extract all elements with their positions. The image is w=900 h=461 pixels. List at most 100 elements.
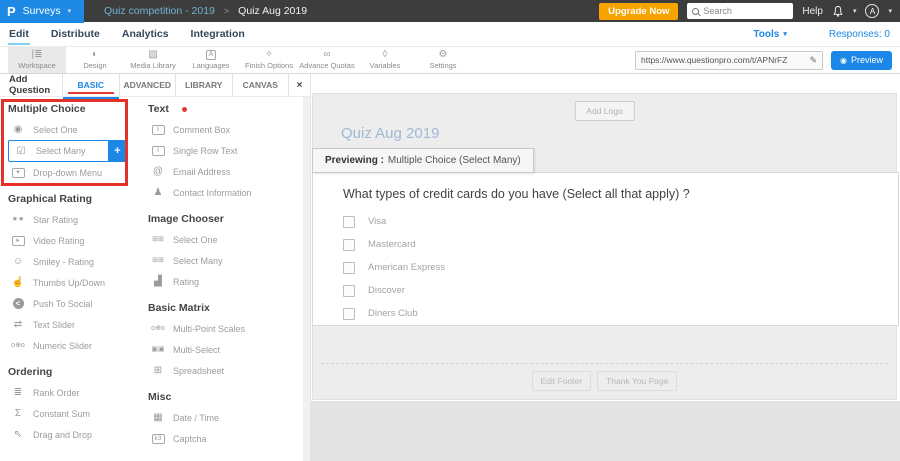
checkbox[interactable] <box>343 238 355 251</box>
edit-pencil-icon[interactable]: ✎ <box>809 55 817 66</box>
tab-canvas[interactable]: CANVAS <box>231 74 289 96</box>
toolbar-item-workspace[interactable]: |≣ Workspace <box>8 47 66 73</box>
preview-button[interactable]: ◉ Preview <box>831 50 892 70</box>
question-type-captcha[interactable]: k3 Captcha <box>148 428 304 449</box>
question-type-video-rating[interactable]: ▸ Video Rating <box>8 230 132 251</box>
checkbox[interactable] <box>343 215 355 228</box>
multi-point-icon: o⊕o <box>151 325 165 332</box>
question-type-spreadsheet[interactable]: ⊞ Spreadsheet <box>148 360 304 381</box>
menu-bar: Edit Distribute Analytics Integration Tools… <box>0 22 900 47</box>
question-type-select-one[interactable]: ⊞⊞ Select One <box>148 229 304 250</box>
date-icon: ▦ <box>153 412 163 423</box>
question-type-multi-select[interactable]: ▣▣ Multi-Select <box>148 339 304 360</box>
thumbs-icon: ☝ <box>11 277 25 288</box>
add-logo-button[interactable]: Add Logo <box>574 101 635 121</box>
question-type-select-many[interactable]: ⊞⊞ Select Many <box>148 250 304 271</box>
question-type-numeric-slider[interactable]: o⊕o Numeric Slider <box>8 335 132 356</box>
edit-footer-button[interactable]: Edit Footer <box>531 371 592 391</box>
smiley-icon: ☺ <box>12 256 24 267</box>
question-type-label: Date / Time <box>173 412 220 423</box>
question-type-thumbs-up-down[interactable]: ☝ Thumbs Up/Down <box>8 272 132 293</box>
chevron-down-icon[interactable]: ▾ <box>853 7 857 15</box>
question-type-star-rating[interactable]: ★★ Star Rating <box>8 209 132 230</box>
question-text[interactable]: What types of credit cards do you have (… <box>343 187 690 201</box>
toolbar-item-finish-options[interactable]: ✧ Finish Options <box>240 47 298 73</box>
product-label: Surveys <box>22 5 61 17</box>
checkbox[interactable] <box>343 307 355 320</box>
question-type-multi-point-scales[interactable]: o⊕o Multi-Point Scales <box>148 318 304 339</box>
editor-toolbar: |≣ Workspace ◐ Design ▨ Media Library A Languag… <box>0 47 900 74</box>
question-type-label: Constant Sum <box>33 408 91 419</box>
question-type-select-one[interactable]: ◉ Select One <box>8 119 132 140</box>
question-group-misc: Misc ▦ Date / Time k3 Captcha <box>148 391 304 449</box>
panel-scrollbar[interactable] <box>303 97 310 461</box>
responses-count[interactable]: Responses: 0 <box>829 29 890 40</box>
checkboxes-icon: ☑ <box>16 145 26 157</box>
breadcrumb-parent[interactable]: Quiz competition - 2019 <box>104 5 215 17</box>
upgrade-now-button[interactable]: Upgrade Now <box>599 2 679 20</box>
question-type-drop-down-menu[interactable]: ▾ Drop-down Menu <box>8 162 132 183</box>
checkbox[interactable] <box>343 284 355 297</box>
checkbox[interactable] <box>343 261 355 274</box>
tab-library[interactable]: LIBRARY <box>175 74 232 96</box>
question-type-rating[interactable]: ▟ Rating <box>148 271 304 292</box>
toolbar-item-design[interactable]: ◐ Design <box>66 47 124 73</box>
bell-icon[interactable] <box>832 5 844 18</box>
question-type-label: Select Many <box>173 255 223 266</box>
menu-item-analytics[interactable]: Analytics <box>121 23 170 45</box>
question-type-contact-information[interactable]: ♟ Contact Information <box>148 182 304 203</box>
thank-you-page-button[interactable]: Thank You Page <box>597 371 678 391</box>
tab-basic[interactable]: BASIC <box>62 74 119 99</box>
question-type-push-to-social[interactable]: < Push To Social <box>8 293 132 314</box>
toolbar-item-settings[interactable]: ⚙ Settings <box>414 47 472 73</box>
avatar[interactable]: A <box>865 4 880 18</box>
option-label: American Express <box>368 262 446 273</box>
chevron-down-icon[interactable]: ▾ <box>888 7 892 15</box>
toolbar-item-advance-quotas[interactable]: ∞ Advance Quotas <box>298 47 356 73</box>
survey-title[interactable]: Quiz Aug 2019 <box>341 125 439 142</box>
question-type-label: Captcha <box>173 433 207 444</box>
languages-icon: A <box>205 50 217 60</box>
help-link[interactable]: Help <box>802 6 823 17</box>
tools-label: Tools <box>753 28 780 40</box>
workspace-icon: |≣ <box>31 49 43 60</box>
question-type-comment-box[interactable]: I Comment Box <box>148 119 304 140</box>
spreadsheet-icon: ⊞ <box>153 365 163 376</box>
question-type-email-address[interactable]: @ Email Address <box>148 161 304 182</box>
question-type-drag-and-drop[interactable]: ⇖ Drag and Drop <box>8 424 132 445</box>
question-type-single-row-text[interactable]: I Single Row Text <box>148 140 304 161</box>
toolbar-item-variables[interactable]: ◊ Variables <box>356 47 414 73</box>
answer-options: Visa Mastercard American Express Discover Di… <box>343 215 445 320</box>
menu-item-integration[interactable]: Integration <box>190 23 246 45</box>
surveys-menu[interactable]: P Surveys ▾ <box>0 0 84 23</box>
toolbar-item-media-library[interactable]: ▨ Media Library <box>124 47 182 73</box>
add-question-plus-button[interactable]: + <box>108 140 127 162</box>
toolbar-item-languages[interactable]: A Languages <box>182 47 240 73</box>
menu-item-distribute[interactable]: Distribute <box>50 23 101 45</box>
search-box[interactable] <box>687 3 794 19</box>
search-input[interactable] <box>703 6 786 16</box>
answer-option-visa: Visa <box>343 215 445 228</box>
question-type-select-many[interactable]: ☑ Select Many + <box>8 140 127 162</box>
question-type-constant-sum[interactable]: Σ Constant Sum <box>8 403 132 424</box>
group-header: Multiple Choice <box>8 103 86 115</box>
tab-advanced[interactable]: ADVANCED <box>118 74 176 96</box>
question-type-date-time[interactable]: ▦ Date / Time <box>148 407 304 428</box>
numeric-slider-icon: o⊕o <box>11 342 25 349</box>
question-type-label: Rating <box>173 276 200 287</box>
tools-menu[interactable]: Tools ▾ <box>753 29 786 40</box>
answer-option-mastercard: Mastercard <box>343 238 445 251</box>
comment-icon: I <box>148 124 168 135</box>
eye-icon: ◉ <box>840 55 847 65</box>
chevron-down-icon: ▾ <box>783 31 787 38</box>
question-type-rank-order[interactable]: ≣ Rank Order <box>8 382 132 403</box>
survey-url-field[interactable]: https://www.questionpro.com/t/APNrFZ ✎ <box>635 50 823 70</box>
add-question-title: Add Question <box>9 74 51 96</box>
question-type-text-slider[interactable]: ⇄ Text Slider <box>8 314 132 335</box>
menu-item-edit[interactable]: Edit <box>8 23 30 45</box>
toolbar-item-label: Settings <box>429 61 457 70</box>
finish-options-icon: ✧ <box>264 49 274 60</box>
video-icon: ▸ <box>8 235 28 246</box>
question-type-smiley-rating[interactable]: ☺ Smiley - Rating <box>8 251 132 272</box>
close-icon[interactable]: × <box>288 74 310 96</box>
